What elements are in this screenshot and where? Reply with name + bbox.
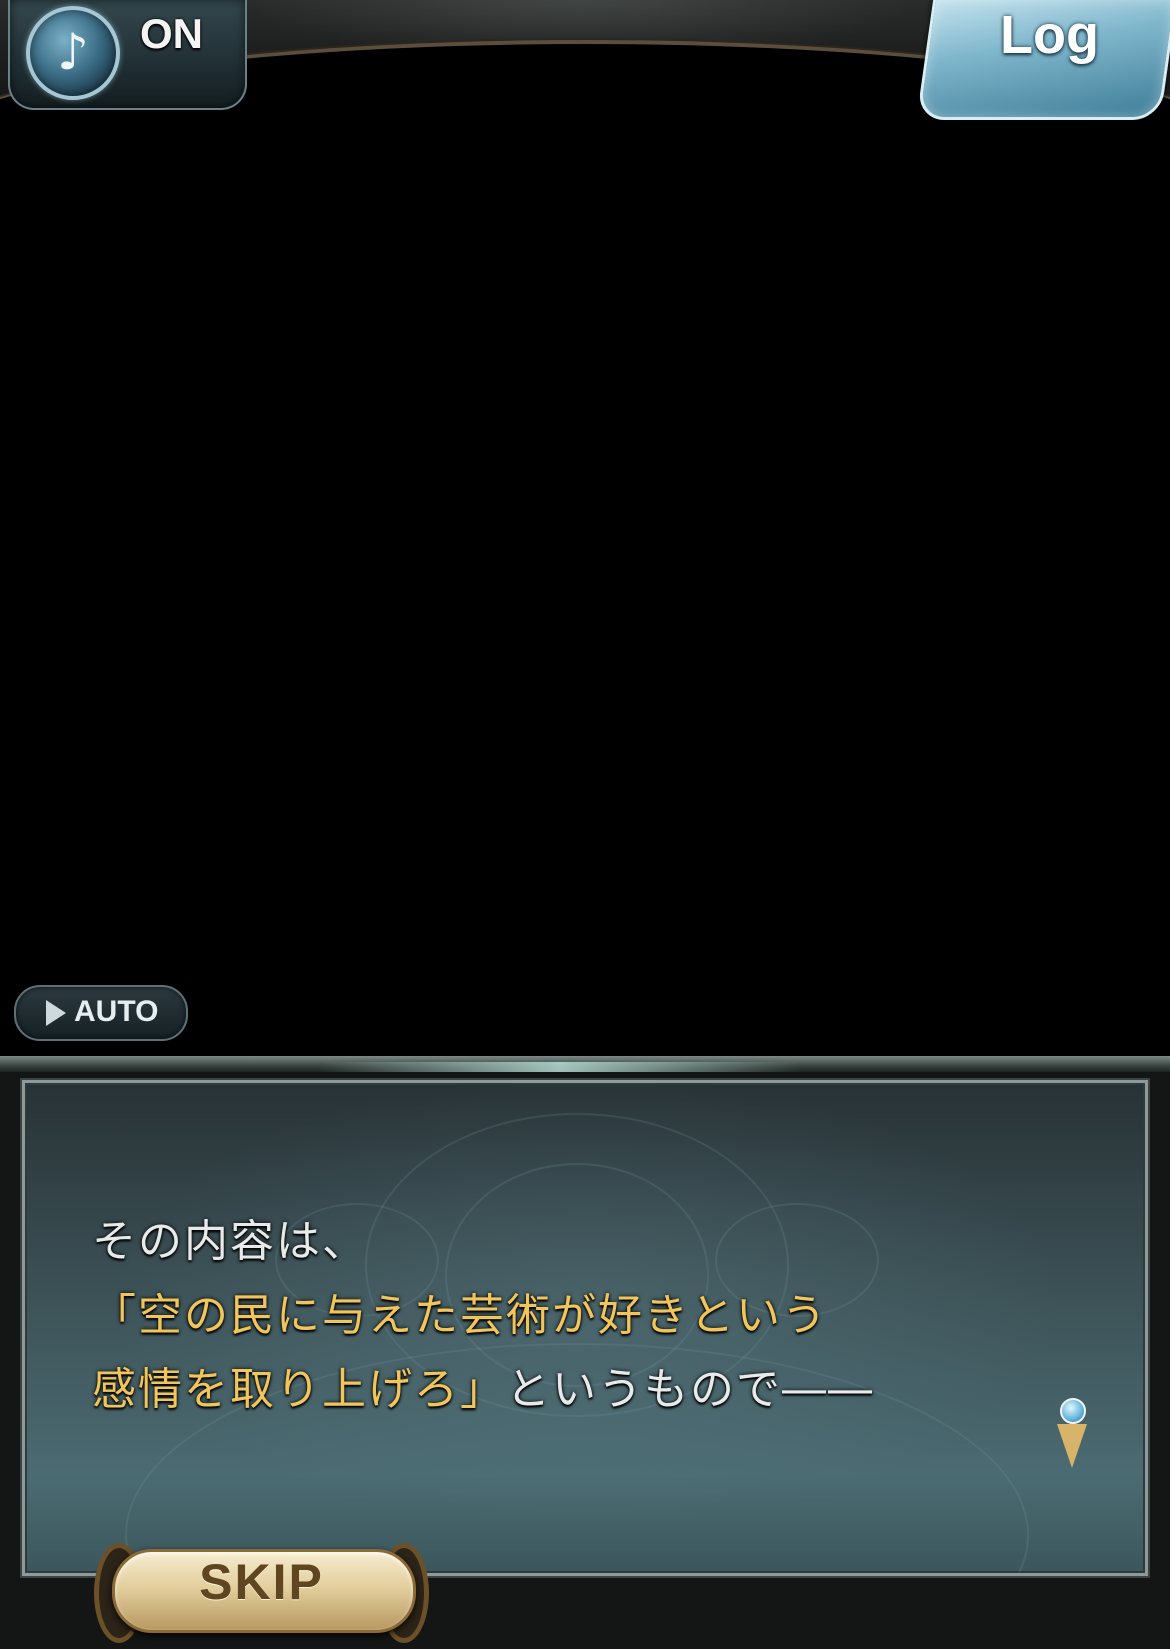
- skip-button[interactable]: SKIP: [94, 1535, 429, 1643]
- dialogue-line-3-highlight: 感情を取り上げろ」: [92, 1364, 506, 1415]
- skip-button-label: SKIP: [199, 1554, 324, 1610]
- dialogue-line-2: 「空の民に与えた芸術が好きという: [92, 1290, 828, 1341]
- dialogue-line-3-normal: というもので――: [506, 1364, 874, 1415]
- auto-button-label: AUTO: [74, 995, 159, 1028]
- play-triangle-icon: [46, 1000, 66, 1026]
- music-state-label: ON: [140, 10, 203, 57]
- dialogue-text: その内容は、 「空の民に与えた芸術が好きという 感情を取り上げろ」というもので―…: [92, 1205, 992, 1427]
- auto-button[interactable]: AUTO: [14, 985, 188, 1041]
- advance-pen-icon: [1057, 1398, 1087, 1470]
- dialogue-line-3: 感情を取り上げろ」というもので――: [92, 1353, 992, 1427]
- music-toggle-button[interactable]: ♪ ON: [8, 0, 247, 110]
- dialogue-frame-glow: [320, 1062, 800, 1072]
- log-button-label[interactable]: Log: [1000, 4, 1099, 66]
- advance-orb: [1060, 1398, 1086, 1424]
- music-note-icon: ♪: [26, 6, 120, 100]
- dialogue-line-1: その内容は、: [92, 1216, 368, 1267]
- story-scene[interactable]: ♪ ON Log AUTO その内容は、 「空の民に与えた芸術が好きという 感情…: [0, 0, 1170, 1649]
- advance-nib: [1057, 1424, 1087, 1468]
